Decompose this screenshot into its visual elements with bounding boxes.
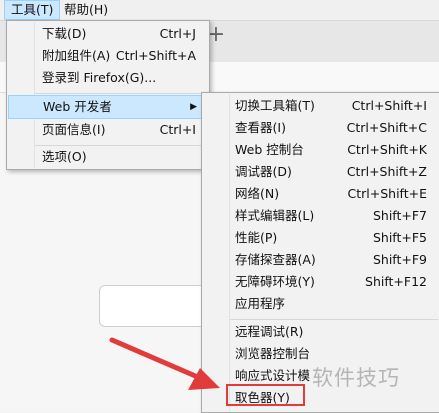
annotation-arrow-icon: [109, 337, 220, 390]
watermark: 软件技巧: [312, 366, 400, 390]
arrow-shaft: [109, 337, 203, 381]
arrow-head: [188, 368, 220, 390]
